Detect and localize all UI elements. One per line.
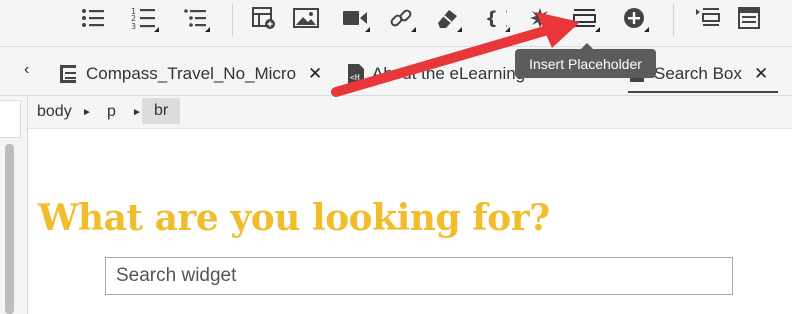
bullet-list-button[interactable] — [78, 4, 108, 32]
breadcrumb-separator: ► — [132, 107, 142, 118]
insert-video-button[interactable] — [340, 4, 370, 32]
numbered-list-button[interactable]: 1 2 3 — [129, 4, 159, 32]
search-widget[interactable]: Search widget — [105, 257, 733, 295]
insert-table-icon — [252, 7, 275, 29]
topic-toc-button[interactable] — [693, 4, 723, 32]
breadcrumb-item-p[interactable]: p — [107, 103, 116, 121]
topic-layout-icon — [738, 7, 760, 29]
editor-toolbar: 1 2 3 { — [0, 0, 792, 47]
insert-table-button[interactable] — [249, 4, 279, 32]
breadcrumb-item-body[interactable]: body — [37, 103, 72, 121]
indent-list-icon — [184, 9, 206, 27]
insert-link-button[interactable] — [386, 4, 416, 32]
tab-close-icon[interactable]: ✕ — [754, 64, 768, 84]
insert-placeholder-button[interactable] — [570, 4, 600, 32]
left-scrollbar[interactable] — [5, 144, 14, 314]
svg-text:<H: <H — [350, 73, 360, 82]
tab-about-elearning[interactable]: <H About the eLearning — [346, 57, 525, 91]
insert-snippet-button[interactable] — [432, 4, 462, 32]
insert-special-icon — [530, 8, 550, 28]
insert-variable-icon: { } — [485, 8, 507, 29]
breadcrumb: body ► p ► br — [28, 96, 792, 129]
topic-file-icon — [60, 65, 76, 83]
insert-video-icon — [343, 11, 367, 25]
insert-more-icon — [624, 8, 644, 28]
document-tabs: ‹ Compass_Travel_No_Micro ✕ <H About the… — [0, 47, 792, 96]
insert-image-icon — [293, 8, 319, 28]
breadcrumb-item-br[interactable]: br — [142, 98, 181, 124]
tab-label: About the eLearning — [372, 64, 526, 83]
editor-canvas[interactable]: What are you looking for? Search widget — [28, 129, 792, 314]
page-heading: What are you looking for? — [38, 197, 550, 239]
insert-special-button[interactable] — [525, 4, 555, 32]
svg-text:3: 3 — [131, 22, 136, 30]
svg-text:{ }: { } — [485, 8, 507, 29]
left-panel — [0, 96, 28, 314]
insert-image-button[interactable] — [291, 4, 321, 32]
multilevel-list-button[interactable] — [180, 4, 210, 32]
tab-label: Compass_Travel_No_Micro — [86, 64, 297, 83]
tab-label: Search Box — [654, 64, 742, 83]
topic-toc-icon — [696, 8, 720, 26]
tab-compass-travel[interactable]: Compass_Travel_No_Micro ✕ — [58, 57, 322, 91]
html-file-icon: <H — [348, 64, 364, 84]
insert-variable-button[interactable]: { } — [480, 4, 510, 32]
insert-placeholder-tooltip: Insert Placeholder — [515, 43, 656, 78]
bullet-list-icon — [82, 9, 104, 27]
left-panel-frame — [0, 100, 21, 138]
insert-placeholder-icon — [573, 9, 596, 27]
insert-link-icon — [390, 9, 412, 27]
insert-snippet-icon — [438, 10, 457, 28]
insert-more-button[interactable] — [619, 4, 649, 32]
tabs-scroll-left-icon[interactable]: ‹ — [24, 61, 29, 79]
breadcrumb-separator: ► — [82, 107, 92, 118]
topic-layout-button[interactable] — [734, 4, 764, 32]
tab-close-icon[interactable]: ✕ — [308, 64, 322, 84]
